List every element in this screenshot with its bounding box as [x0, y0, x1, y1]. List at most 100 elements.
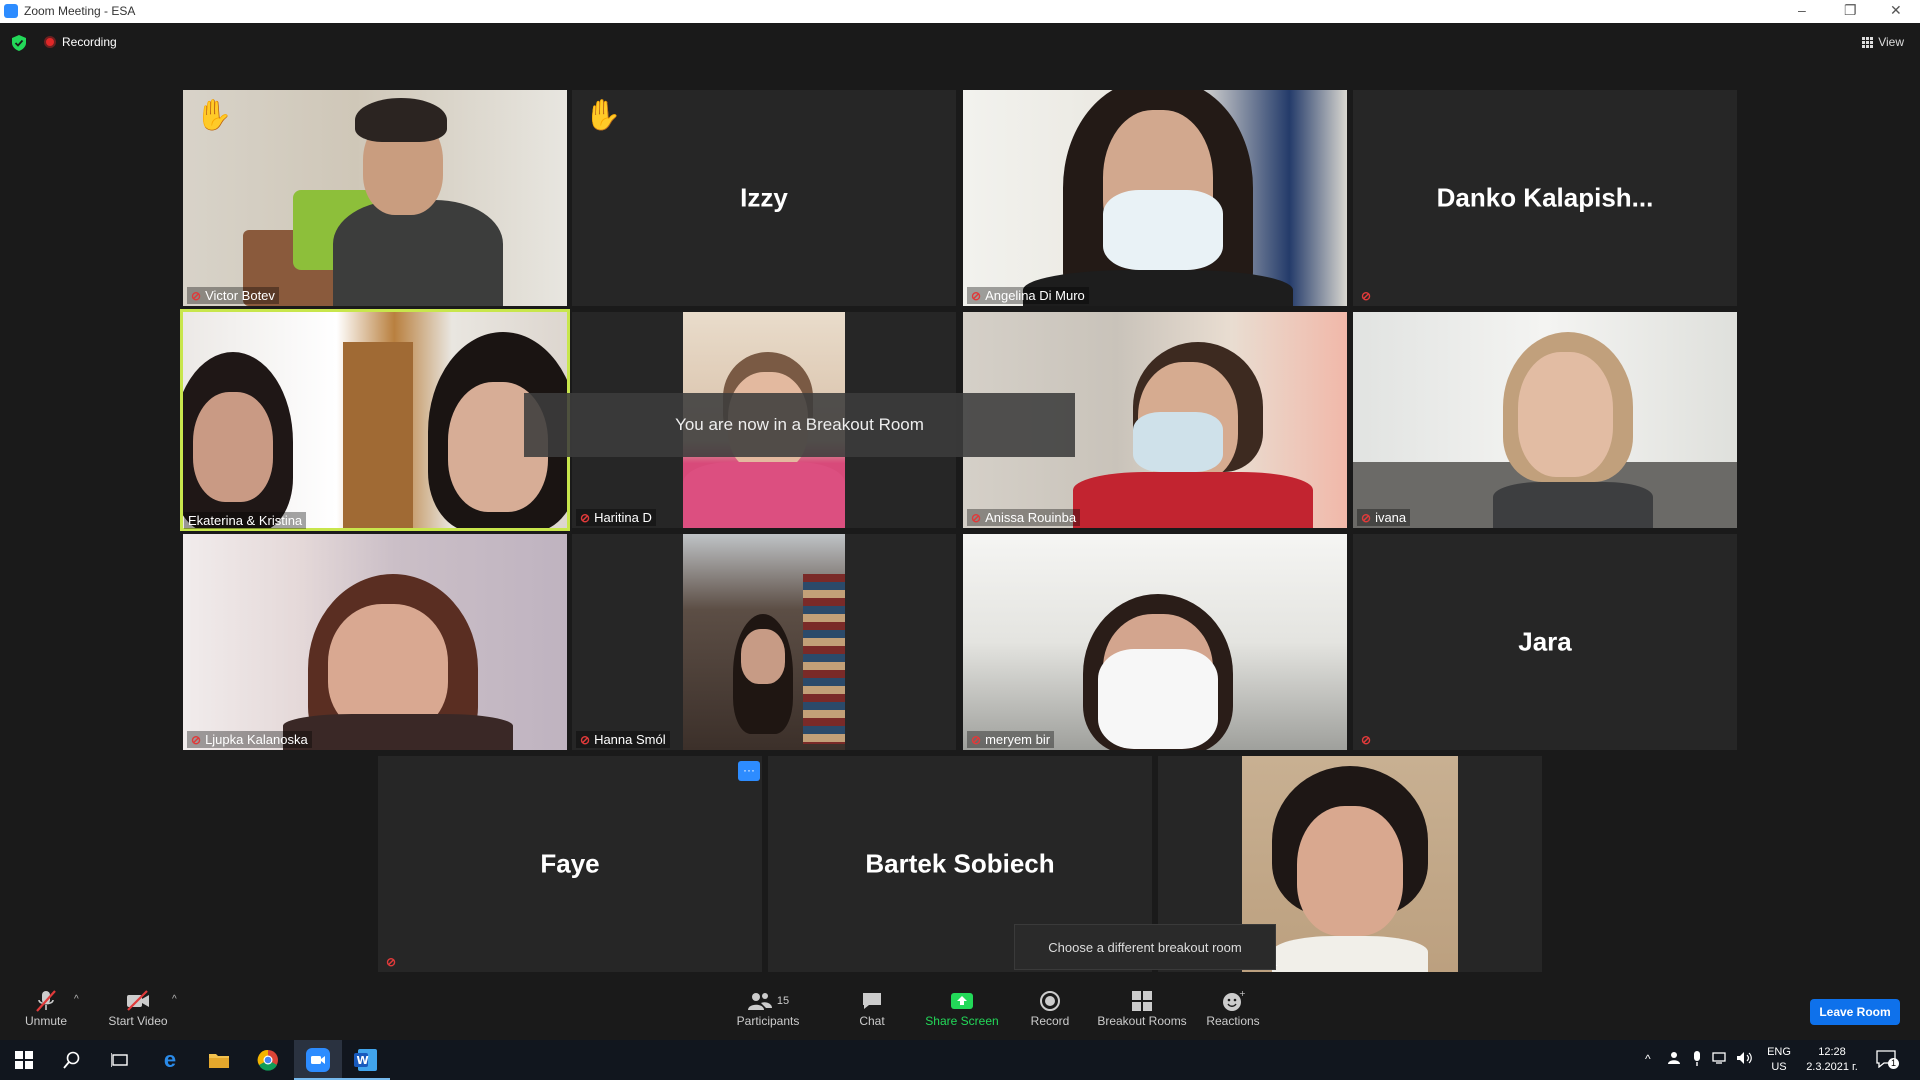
video-tile-meryem[interactable]: ⊘ meryem bir [963, 534, 1347, 750]
participant-name-tag: ⊘ Ljupka Kalanoska [187, 731, 312, 748]
microphone-tray-icon[interactable] [1692, 1051, 1702, 1072]
close-button[interactable]: ✕ [1890, 2, 1902, 19]
clock-date: 2.3.2021 г. [1806, 1061, 1858, 1073]
notifications-icon[interactable]: 1 [1876, 1050, 1899, 1073]
zoom-taskbar-icon[interactable] [306, 1048, 330, 1072]
unmute-label: Unmute [24, 1014, 68, 1028]
participant-name: Haritina D [594, 510, 652, 525]
participants-label: Participants [736, 1014, 800, 1028]
participant-display-name: Faye [540, 848, 600, 879]
video-off-camera-icon [127, 990, 149, 1011]
windows-taskbar: e W ^ ENG US 12:28 2.3.2021 г. 1 [0, 1040, 1920, 1080]
share-screen-button[interactable]: Share Screen [922, 988, 1002, 1028]
muted-mic-icon: ⊘ [191, 288, 202, 303]
breakout-rooms-icon [1132, 991, 1152, 1011]
reactions-label: Reactions [1206, 1014, 1260, 1028]
tray-overflow-chevron-icon[interactable]: ^ [1645, 1052, 1651, 1067]
breakout-rooms-label: Breakout Rooms [1097, 1014, 1187, 1028]
start-video-button[interactable]: Start Video [104, 988, 172, 1028]
window-title: Zoom Meeting - ESA [24, 4, 136, 18]
participants-button[interactable]: 15 Participants [730, 988, 806, 1028]
video-tile-faye[interactable]: Faye ⊘ [378, 756, 762, 972]
participant-name-tag: ⊘ [1357, 732, 1375, 748]
participant-name-tag: Ekaterina & Kristina [184, 512, 307, 529]
participant-name: Ekaterina & Kristina [188, 513, 303, 528]
muted-mic-icon: ⊘ [580, 732, 591, 747]
restore-button[interactable]: ❐ [1844, 2, 1857, 19]
video-tile-izzy[interactable]: ✋ Izzy [572, 90, 956, 306]
muted-mic-icon: ⊘ [1361, 289, 1372, 303]
notification-count-badge: 1 [1888, 1058, 1899, 1069]
participant-name: meryem bir [985, 732, 1051, 747]
participant-name-tag: ⊘ [1357, 288, 1375, 304]
video-feed [183, 312, 567, 528]
participant-name-tag: ⊘ Victor Botev [187, 287, 279, 304]
participant-name-tag: ⊘ Anissa Rouinba [967, 509, 1081, 526]
participant-name: Ljupka Kalanoska [205, 732, 308, 747]
audio-options-chevron-icon[interactable]: ^ [74, 994, 79, 1005]
participant-name-tag: ⊘ Hanna Smól [576, 731, 670, 748]
clock[interactable]: 12:28 2.3.2021 г. [1800, 1045, 1864, 1075]
minimize-button[interactable]: – [1798, 2, 1806, 18]
chat-button[interactable]: Chat [852, 988, 892, 1028]
record-button[interactable]: Record [1030, 988, 1070, 1028]
participant-name-tag: ⊘ meryem bir [967, 731, 1055, 748]
video-feed [1353, 312, 1737, 528]
reactions-smiley-icon: + [1223, 990, 1245, 1011]
window-title-bar: Zoom Meeting - ESA – ❐ ✕ [0, 0, 1920, 23]
language-indicator[interactable]: ENG US [1764, 1045, 1794, 1075]
word-taskbar-icon[interactable]: W [354, 1048, 378, 1072]
chat-label: Chat [859, 1014, 885, 1028]
start-video-label: Start Video [108, 1014, 168, 1028]
chrome-icon[interactable] [256, 1048, 280, 1072]
recording-indicator[interactable]: Recording [44, 35, 117, 49]
participant-name: Angelina Di Muro [985, 288, 1085, 303]
video-feed [183, 90, 567, 306]
meeting-top-bar: Recording View [0, 23, 1920, 63]
keyboard-layout: US [1771, 1061, 1787, 1073]
internet-explorer-icon[interactable]: e [158, 1047, 182, 1072]
participant-display-name: Danko Kalapish... [1436, 182, 1654, 213]
video-tile-ivana[interactable]: ⊘ ivana [1353, 312, 1737, 528]
clock-time: 12:28 [1818, 1046, 1846, 1058]
participants-icon [747, 993, 772, 1010]
share-screen-label: Share Screen [925, 1014, 999, 1028]
view-button[interactable]: View [1862, 35, 1904, 49]
muted-mic-icon: ⊘ [971, 288, 982, 303]
network-icon[interactable] [1712, 1051, 1730, 1070]
volume-icon[interactable] [1736, 1051, 1754, 1070]
muted-mic-icon: ⊘ [580, 510, 591, 525]
video-tile-angelina[interactable]: ⊘ Angelina Di Muro [963, 90, 1347, 306]
video-tile-victor[interactable]: ✋ ⊘ Victor Botev [183, 90, 567, 306]
reactions-button[interactable]: + Reactions [1205, 988, 1261, 1028]
unmute-button[interactable]: Unmute [18, 988, 74, 1028]
video-tile-ljupka[interactable]: ⊘ Ljupka Kalanoska [183, 534, 567, 750]
video-feed [963, 90, 1347, 306]
video-tile-danko[interactable]: Danko Kalapish... ⊘ [1353, 90, 1737, 306]
share-screen-icon [951, 993, 973, 1009]
task-view-icon[interactable] [108, 1048, 132, 1072]
search-icon[interactable] [60, 1048, 84, 1072]
muted-mic-icon: ⊘ [971, 732, 982, 747]
participant-display-name: Jara [1518, 626, 1572, 657]
leave-room-button[interactable]: Leave Room [1810, 999, 1900, 1025]
breakout-rooms-button[interactable]: Breakout Rooms [1097, 988, 1187, 1028]
file-explorer-icon[interactable] [207, 1048, 231, 1072]
muted-mic-icon: ⊘ [1361, 510, 1372, 525]
muted-microphone-icon [36, 990, 56, 1012]
video-tile-ekaterina-kristina[interactable]: Ekaterina & Kristina [180, 309, 570, 531]
grid-view-icon [1862, 36, 1874, 48]
windows-start-icon[interactable] [12, 1048, 36, 1072]
participant-name: ivana [1375, 510, 1407, 525]
video-options-chevron-icon[interactable]: ^ [172, 994, 177, 1005]
video-tile-jara[interactable]: Jara ⊘ [1353, 534, 1737, 750]
view-label: View [1878, 35, 1904, 49]
network-people-icon[interactable] [1668, 1051, 1684, 1070]
video-tile-hanna[interactable]: ⊘ Hanna Smól [572, 534, 956, 750]
participant-name: Anissa Rouinba [985, 510, 1077, 525]
chat-icon [863, 993, 881, 1009]
security-shield-icon[interactable] [12, 35, 26, 51]
record-label: Record [1030, 1014, 1070, 1028]
svg-text:+: + [1239, 990, 1245, 998]
tile-more-options-button[interactable]: ··· [738, 761, 760, 781]
